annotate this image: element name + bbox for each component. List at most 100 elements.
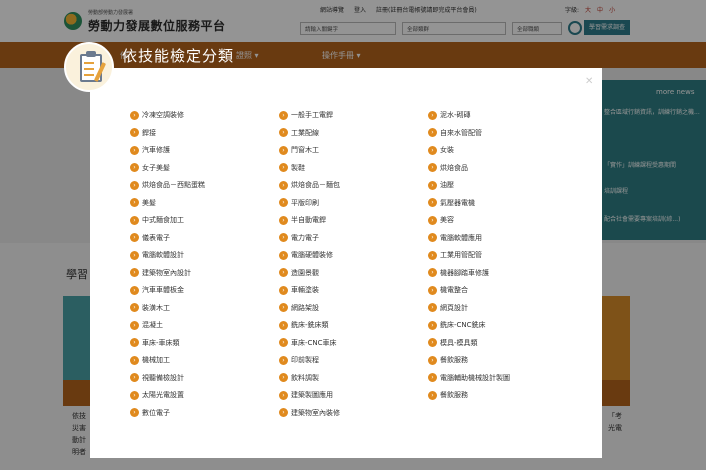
skill-item-label: 車床-車床類 <box>142 338 180 347</box>
skill-item[interactable]: › 電腦軟體應用 <box>428 232 482 244</box>
skill-item[interactable]: › 烘焙食品－西點蛋糕 <box>130 179 205 191</box>
skill-item-label: 烘焙食品 <box>440 163 468 172</box>
chevron-right-icon: › <box>279 338 288 347</box>
skill-item[interactable]: › 機電整合 <box>428 284 468 296</box>
skill-item[interactable]: › 烘焙食品－麵包 <box>279 179 340 191</box>
skill-item[interactable]: › 數位電子 <box>130 407 170 419</box>
chevron-right-icon: › <box>279 285 288 295</box>
skill-item[interactable]: › 裝潢木工 <box>130 302 170 314</box>
skill-item-label: 建築製圖應用 <box>291 391 333 399</box>
skill-item[interactable]: › 烘焙食品 <box>428 162 468 174</box>
skill-item-label: 汽車車體板金 <box>142 286 184 294</box>
chevron-right-icon: › <box>130 338 139 347</box>
chevron-right-icon: › <box>130 128 139 137</box>
chevron-right-icon: › <box>279 303 288 312</box>
skill-item-label: 電腦軟體應用 <box>440 233 482 242</box>
skill-item[interactable]: › 混凝土 <box>130 319 163 331</box>
skill-item-label: 自來水管配管 <box>440 128 482 137</box>
skill-item-label: 機械加工 <box>142 356 170 364</box>
skill-item[interactable]: › 半自動電銲 <box>279 214 326 226</box>
chevron-right-icon: › <box>428 198 437 207</box>
skill-item[interactable]: › 儀表電子 <box>130 232 170 244</box>
skill-item-label: 平版印刷 <box>291 198 319 207</box>
skill-item[interactable]: › 中式麵食加工 <box>130 214 184 226</box>
chevron-right-icon: › <box>428 390 437 400</box>
skill-item[interactable]: › 模具-模具類 <box>428 337 478 349</box>
chevron-right-icon: › <box>130 408 139 417</box>
chevron-right-icon: › <box>130 180 139 190</box>
chevron-right-icon: › <box>130 233 139 242</box>
chevron-right-icon: › <box>279 268 288 277</box>
skill-item-label: 工業用管配管 <box>440 251 482 259</box>
skill-item-label: 太陽光電設置 <box>142 391 184 399</box>
chevron-right-icon: › <box>279 180 288 190</box>
chevron-right-icon: › <box>130 320 139 330</box>
skill-item[interactable]: › 網路架設 <box>279 302 319 314</box>
chevron-right-icon: › <box>279 215 288 225</box>
skill-item[interactable]: › 自來水管配管 <box>428 127 482 139</box>
skill-item[interactable]: › 餐飲服務 <box>428 354 468 366</box>
skill-item[interactable]: › 印前製程 <box>279 354 319 366</box>
skill-item[interactable]: › 女裝 <box>428 144 454 156</box>
chevron-right-icon: › <box>428 320 437 330</box>
skill-item[interactable]: › 銑床-銑床類 <box>279 319 329 331</box>
skill-item[interactable]: › 氣壓器電機 <box>428 197 475 209</box>
chevron-right-icon: › <box>130 145 139 155</box>
skill-item-label: 銑床-CNC銑床 <box>440 321 486 329</box>
skill-item-label: 電腦硬體裝修 <box>291 251 333 259</box>
skill-item[interactable]: › 美髮 <box>130 197 156 209</box>
skill-item[interactable]: › 工業配線 <box>279 127 319 139</box>
skill-item[interactable]: › 車床-車床類 <box>130 337 180 349</box>
skill-item-label: 視聽備檢設計 <box>142 373 184 382</box>
skill-item-label: 造園景觀 <box>291 268 319 277</box>
skill-item-label: 建築物室內設計 <box>142 268 191 277</box>
skill-item[interactable]: › 建築物室內設計 <box>130 267 191 279</box>
skill-item[interactable]: › 銑床-CNC銑床 <box>428 319 486 331</box>
skill-item[interactable]: › 平版印刷 <box>279 197 319 209</box>
skill-item[interactable]: › 視聽備檢設計 <box>130 372 184 384</box>
skill-item[interactable]: › 車輛塗裝 <box>279 284 319 296</box>
skill-item-label: 車輛塗裝 <box>291 286 319 294</box>
skill-item[interactable]: › 建築製圖應用 <box>279 389 333 401</box>
skill-item[interactable]: › 電腦輔助機械設計製圖 <box>428 372 510 384</box>
chevron-right-icon: › <box>428 268 437 277</box>
skill-item[interactable]: › 美容 <box>428 214 454 226</box>
skill-item-label: 半自動電銲 <box>291 216 326 224</box>
skill-item-label: 餐飲服務 <box>440 356 468 364</box>
skill-item[interactable]: › 油壓 <box>428 179 454 191</box>
skill-item-label: 氣壓器電機 <box>440 198 475 207</box>
skill-item[interactable]: › 女子美髮 <box>130 162 170 174</box>
skill-item[interactable]: › 汽車修護 <box>130 144 170 156</box>
skill-item[interactable]: › 泥水-砌磚 <box>428 109 471 121</box>
skill-item[interactable]: › 電力電子 <box>279 232 319 244</box>
skill-item[interactable]: › 汽車車體板金 <box>130 284 184 296</box>
skill-item[interactable]: › 建築物室內裝修 <box>279 407 340 419</box>
skill-item[interactable]: › 造園景觀 <box>279 267 319 279</box>
skill-item[interactable]: › 機器腳踏車修護 <box>428 267 489 279</box>
skill-item[interactable]: › 太陽光電設置 <box>130 389 184 401</box>
skill-item[interactable]: › 電腦軟體設計 <box>130 249 184 261</box>
skill-item[interactable]: › 冷凍空調裝修 <box>130 109 184 121</box>
chevron-right-icon: › <box>428 215 437 225</box>
skill-item[interactable]: › 門窗木工 <box>279 144 319 156</box>
skill-item-label: 網頁設計 <box>440 303 468 312</box>
skill-item[interactable]: › 網頁設計 <box>428 302 468 314</box>
skill-item-label: 女裝 <box>440 146 454 154</box>
skill-item[interactable]: › 一般手工電銲 <box>279 109 333 121</box>
skill-item-label: 模具-模具類 <box>440 338 478 347</box>
skill-item-label: 製鞋 <box>291 163 305 172</box>
skill-item[interactable]: › 製鞋 <box>279 162 305 174</box>
skill-item[interactable]: › 銲接 <box>130 127 156 139</box>
skill-item-label: 機器腳踏車修護 <box>440 268 489 277</box>
skill-item[interactable]: › 車床-CNC車床 <box>279 337 337 349</box>
skill-item[interactable]: › 工業用管配管 <box>428 249 482 261</box>
close-icon[interactable]: ✕ <box>585 76 593 87</box>
chevron-right-icon: › <box>279 163 288 172</box>
skill-item[interactable]: › 機械加工 <box>130 354 170 366</box>
skill-item-label: 機電整合 <box>440 286 468 294</box>
modal-title: 依技能檢定分類 <box>122 47 235 65</box>
skill-item[interactable]: › 電腦硬體裝修 <box>279 249 333 261</box>
skill-item[interactable]: › 餐飲服務 <box>428 389 468 401</box>
skill-item[interactable]: › 飲料調製 <box>279 372 319 384</box>
chevron-right-icon: › <box>428 373 437 382</box>
